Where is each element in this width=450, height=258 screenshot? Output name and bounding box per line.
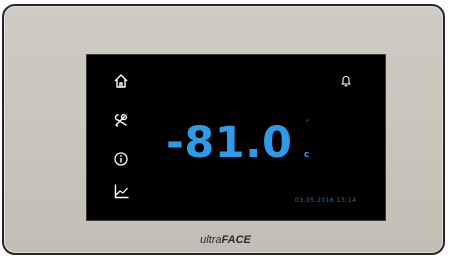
brand-logo-bold: FACE bbox=[221, 234, 251, 246]
device-frame: -81.0 ° c 03.05.2016 13:14 ultraFACE bbox=[2, 4, 445, 255]
unit-prefix: ° bbox=[306, 119, 309, 126]
brand-logo-light: ultra bbox=[200, 234, 222, 246]
date-time: 03.05.2016 13:14 bbox=[295, 197, 357, 204]
info-icon[interactable] bbox=[113, 151, 129, 167]
graph-icon[interactable] bbox=[113, 183, 130, 200]
home-icon[interactable] bbox=[113, 73, 129, 89]
bell-icon[interactable] bbox=[340, 74, 352, 87]
service-icon[interactable] bbox=[113, 112, 129, 128]
temperature-readout: -81.0 bbox=[166, 118, 293, 168]
temperature-unit: c bbox=[304, 150, 310, 160]
brand-logo: ultraFACE bbox=[4, 234, 447, 246]
display-screen: -81.0 ° c 03.05.2016 13:14 bbox=[87, 55, 385, 220]
